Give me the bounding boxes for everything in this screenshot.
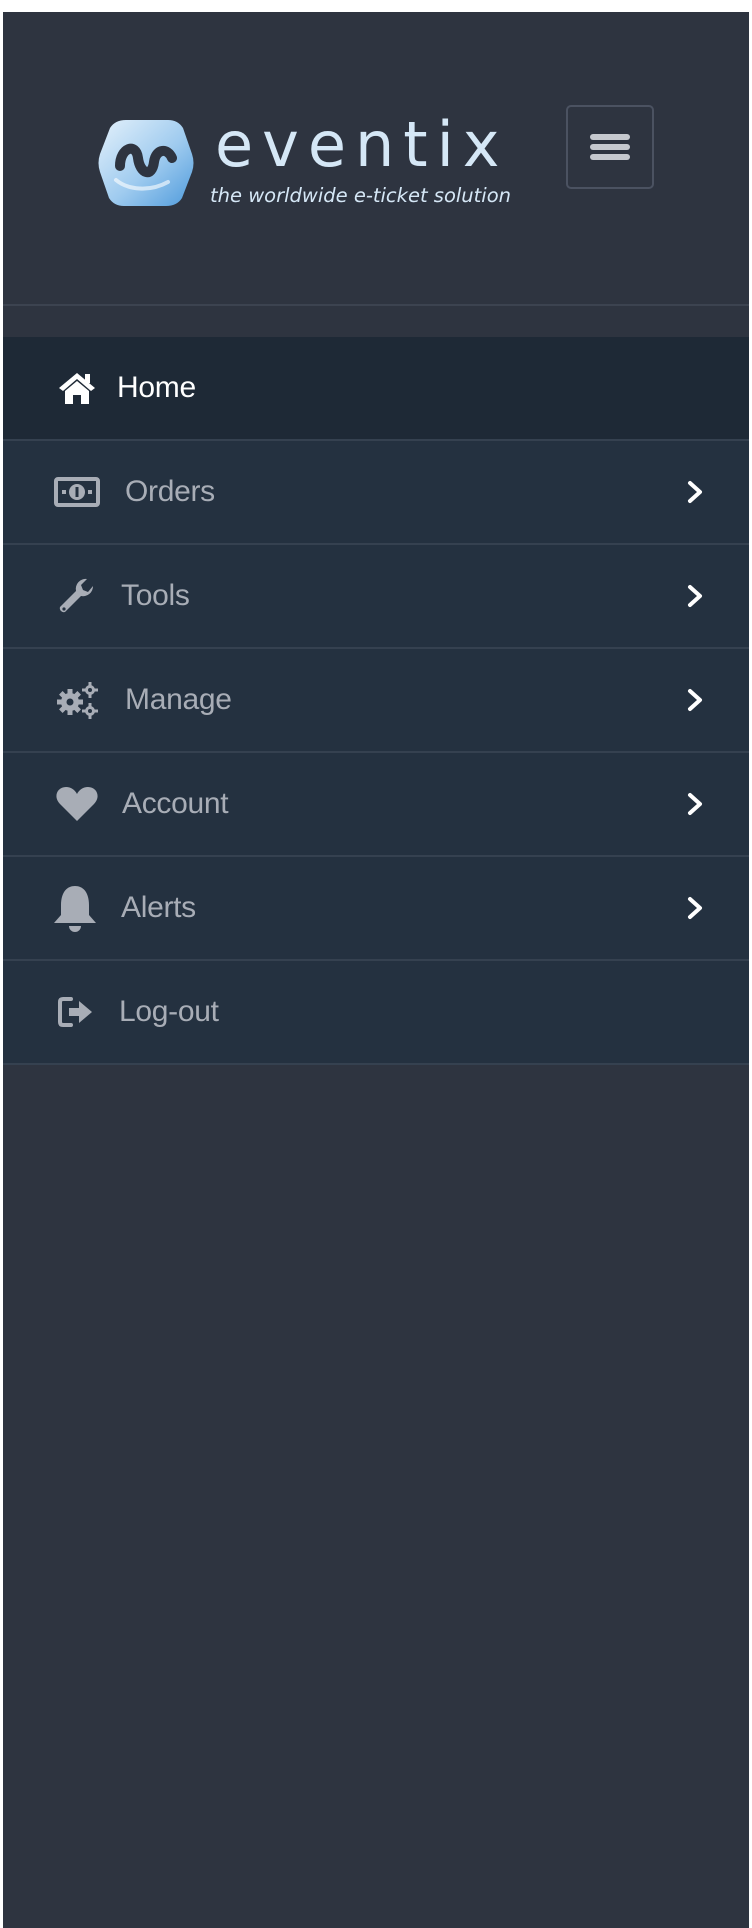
eventix-logo-mark-icon bbox=[98, 120, 194, 206]
chevron-right-icon bbox=[688, 689, 702, 711]
nav-item-tools[interactable]: Tools bbox=[3, 545, 749, 649]
home-icon bbox=[53, 364, 101, 412]
heart-icon bbox=[53, 780, 101, 828]
logout-icon bbox=[53, 988, 101, 1036]
eventix-logo[interactable]: eventix the worldwide e-ticket solution bbox=[98, 108, 518, 218]
nav-menu: Home Orders Tools Manage Account Alerts … bbox=[3, 337, 749, 1065]
money-icon bbox=[53, 468, 101, 516]
nav-label-orders: Orders bbox=[125, 475, 215, 508]
sidebar: eventix the worldwide e-ticket solution … bbox=[3, 12, 749, 1928]
brand-tagline: the worldwide e-ticket solution bbox=[210, 184, 512, 207]
nav-item-orders[interactable]: Orders bbox=[3, 441, 749, 545]
nav-item-home[interactable]: Home bbox=[3, 337, 749, 441]
chevron-right-icon bbox=[688, 585, 702, 607]
brand-header: eventix the worldwide e-ticket solution bbox=[3, 12, 749, 306]
gears-icon bbox=[53, 676, 101, 724]
hamburger-icon bbox=[590, 134, 630, 160]
bell-icon bbox=[51, 884, 99, 932]
nav-label-tools: Tools bbox=[121, 579, 190, 612]
nav-label-logout: Log-out bbox=[119, 995, 219, 1028]
chevron-right-icon bbox=[688, 793, 702, 815]
nav-item-manage[interactable]: Manage bbox=[3, 649, 749, 753]
chevron-right-icon bbox=[688, 897, 702, 919]
nav-label-home: Home bbox=[117, 371, 196, 404]
wrench-icon bbox=[53, 572, 101, 620]
nav-item-logout[interactable]: Log-out bbox=[3, 961, 749, 1065]
nav-label-alerts: Alerts bbox=[121, 891, 196, 924]
chevron-right-icon bbox=[688, 481, 702, 503]
nav-label-manage: Manage bbox=[125, 683, 232, 716]
nav-item-alerts[interactable]: Alerts bbox=[3, 857, 749, 961]
brand-name: eventix bbox=[215, 108, 509, 181]
nav-item-account[interactable]: Account bbox=[3, 753, 749, 857]
nav-label-account: Account bbox=[122, 787, 229, 820]
menu-toggle-button[interactable] bbox=[566, 105, 654, 189]
